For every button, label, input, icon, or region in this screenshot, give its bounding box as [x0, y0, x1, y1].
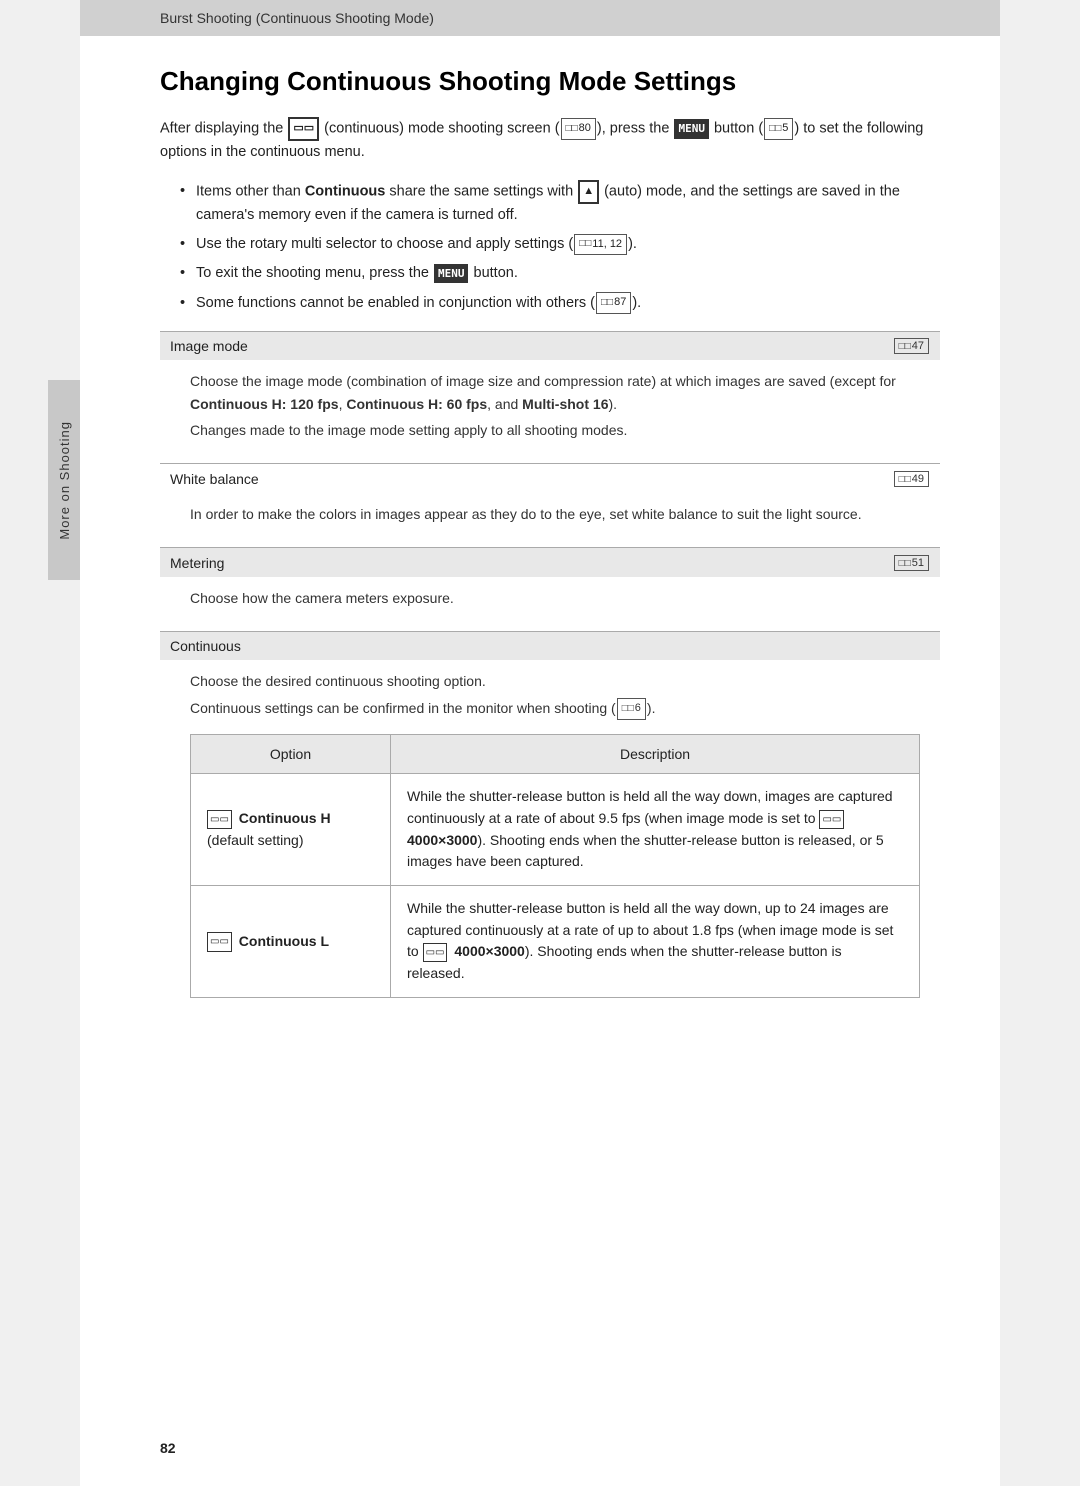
option-continuous-h: ▭▭ Continuous H (default setting)	[191, 774, 391, 886]
bullet-item-3: To exit the shooting menu, press the MEN…	[180, 262, 940, 285]
menu-icon: MENU	[674, 119, 709, 139]
image-mode-desc2: Changes made to the image mode setting a…	[190, 419, 920, 441]
ref-80: 80	[561, 118, 596, 140]
continuous-l-icon: ▭▭	[207, 932, 232, 952]
image-mode-ref: 47	[893, 338, 930, 355]
continuous-desc1: Choose the desired continuous shooting o…	[190, 670, 920, 692]
continuous-desc2: Continuous settings can be confirmed in …	[190, 697, 920, 720]
metering-title: Metering	[170, 555, 224, 571]
continuous-header: Continuous	[160, 631, 940, 660]
white-balance-content: In order to make the colors in images ap…	[160, 493, 940, 543]
image-size-icon-1: ▭▭	[819, 810, 844, 830]
bullet-item-1: Items other than Continuous share the sa…	[180, 180, 940, 227]
page-title: Changing Continuous Shooting Mode Settin…	[160, 66, 940, 97]
ref-11-12: 11, 12	[574, 234, 627, 256]
white-balance-ref: 49	[893, 470, 930, 487]
metering-content: Choose how the camera meters exposure.	[160, 577, 940, 627]
page: More on Shooting Burst Shooting (Continu…	[80, 0, 1000, 1486]
image-size-icon-2: ▭▭	[423, 943, 448, 963]
image-mode-content: Choose the image mode (combination of im…	[160, 360, 940, 459]
page-number: 82	[160, 1440, 176, 1456]
image-mode-header: Image mode 47	[160, 331, 940, 361]
metering-ref: 51	[893, 554, 930, 571]
options-table: Option Description ▭▭ Continuous H (defa…	[190, 734, 920, 998]
default-setting-label: (default setting)	[207, 832, 304, 848]
continuous-content: Choose the desired continuous shooting o…	[160, 660, 940, 1011]
col-option: Option	[191, 734, 391, 773]
image-mode-desc: Choose the image mode (combination of im…	[190, 370, 920, 415]
bullet-list: Items other than Continuous share the sa…	[180, 180, 940, 315]
white-balance-header: White balance 49	[160, 463, 940, 493]
col-description: Description	[391, 734, 920, 773]
ref-6: 6	[617, 698, 646, 720]
bullet-item-2: Use the rotary multi selector to choose …	[180, 233, 940, 256]
side-tab-label: More on Shooting	[57, 421, 72, 540]
continuous-h-icon: ▭▭	[207, 810, 232, 830]
white-balance-desc: In order to make the colors in images ap…	[190, 503, 920, 525]
desc-continuous-h: While the shutter-release button is held…	[391, 774, 920, 886]
header-bar: Burst Shooting (Continuous Shooting Mode…	[80, 0, 1000, 36]
ref-87: 87	[596, 292, 631, 314]
continuous-title: Continuous	[170, 638, 241, 654]
metering-header: Metering 51	[160, 547, 940, 577]
ref-5: 5	[764, 118, 793, 140]
metering-desc: Choose how the camera meters exposure.	[190, 587, 920, 609]
white-balance-title: White balance	[170, 471, 259, 487]
menu-icon-2: MENU	[434, 264, 469, 284]
option-continuous-l: ▭▭ Continuous L	[191, 886, 391, 998]
breadcrumb: Burst Shooting (Continuous Shooting Mode…	[160, 10, 434, 26]
table-header-row: Option Description	[191, 734, 920, 773]
table-row: ▭▭ Continuous H (default setting) While …	[191, 774, 920, 886]
bullet-item-4: Some functions cannot be enabled in conj…	[180, 292, 940, 315]
continuous-mode-icon: ▭▭	[288, 117, 319, 141]
desc-continuous-l: While the shutter-release button is held…	[391, 886, 920, 998]
table-row: ▭▭ Continuous L While the shutter-releas…	[191, 886, 920, 998]
auto-mode-icon: ▲	[578, 180, 599, 204]
side-tab: More on Shooting	[48, 380, 80, 580]
intro-paragraph: After displaying the ▭▭ (continuous) mod…	[160, 117, 940, 164]
image-mode-title: Image mode	[170, 338, 248, 354]
